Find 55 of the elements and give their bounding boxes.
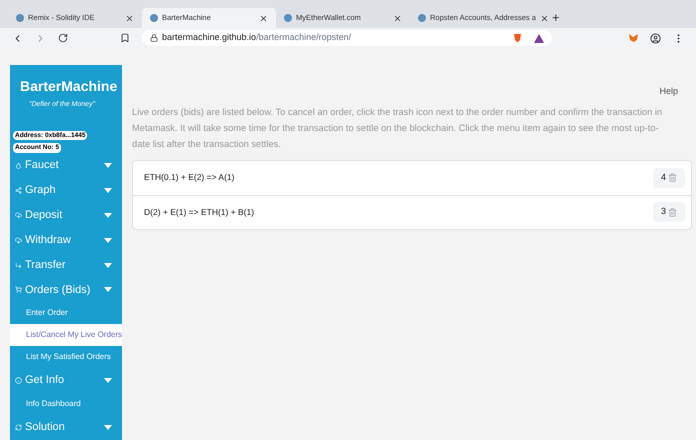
menu-section[interactable]: Get Info xyxy=(10,368,122,394)
caret-icon xyxy=(104,262,112,268)
menu-link[interactable]: List My Satisfied Orders xyxy=(10,346,122,368)
close-icon[interactable] xyxy=(540,14,549,22)
cloud-upload-icon xyxy=(15,212,22,219)
help-link[interactable]: Help xyxy=(132,85,692,98)
bookmark-icon[interactable] xyxy=(120,33,130,43)
caret-icon xyxy=(104,424,112,430)
menu-section[interactable]: Faucet xyxy=(10,153,122,178)
cloud-download-icon xyxy=(15,236,22,244)
triangle-icon xyxy=(534,34,544,42)
intro-text: Live orders (bids) are listed below. To cancel an order, click the trash icon next to the order number and confirm the transaction in Metamask. It will take some time for the transaction to settle on the blockchain. Click the menu item again to see the most up-to-date list after the transaction settles. xyxy=(132,106,664,150)
menu-section[interactable]: Graph xyxy=(10,178,122,203)
trash-icon xyxy=(668,208,678,216)
profile-icon[interactable] xyxy=(650,32,661,44)
caret-icon xyxy=(104,238,112,243)
refresh-icon xyxy=(15,424,22,431)
site-icon xyxy=(418,14,426,22)
order-cancel-button[interactable]: 3 xyxy=(653,202,686,222)
shield-icon xyxy=(513,33,522,43)
close-icon[interactable] xyxy=(393,14,402,22)
site-icon xyxy=(16,14,24,22)
trash-icon xyxy=(668,173,678,182)
menu-link[interactable]: List/Cancel My Live Orders xyxy=(10,324,122,346)
info-icon xyxy=(15,377,22,384)
caret-icon xyxy=(104,378,112,384)
menu-section[interactable]: Transfer xyxy=(10,252,122,278)
new-tab-button[interactable]: + xyxy=(544,8,568,28)
caret-icon xyxy=(104,162,112,168)
caret-icon xyxy=(104,287,112,292)
site-icon xyxy=(284,14,292,22)
app-title: BarterMachine xyxy=(20,77,118,96)
caret-icon xyxy=(104,212,112,218)
lock-icon xyxy=(150,34,158,42)
menu-section[interactable]: Deposit xyxy=(10,202,122,228)
menu-section[interactable]: Solution xyxy=(10,415,122,440)
corner-arrow-icon xyxy=(15,262,22,269)
share-icon xyxy=(15,186,22,194)
url-text: bartermachine.github.io/bartermachine/ropsten/ xyxy=(162,31,352,44)
menu-link[interactable]: Info Dashboard xyxy=(10,393,122,416)
reload-icon[interactable] xyxy=(58,33,68,43)
order-cancel-button[interactable]: 4 xyxy=(653,168,686,188)
menu-section[interactable]: Withdraw xyxy=(10,228,122,253)
order-text: ETH(0.1) + E(2) => A(1) xyxy=(144,171,234,184)
caret-icon xyxy=(104,188,112,193)
cart-icon xyxy=(15,286,22,294)
droplet-icon xyxy=(15,162,22,169)
order-text: D(2) + E(1) => ETH(1) + B(1) xyxy=(144,206,254,218)
site-icon xyxy=(150,14,158,22)
close-icon[interactable] xyxy=(259,14,268,22)
fox-icon[interactable] xyxy=(629,34,638,42)
menu-link[interactable]: Enter Order xyxy=(10,302,122,324)
menu-section[interactable]: Orders (Bids) xyxy=(10,278,122,302)
close-icon[interactable] xyxy=(125,14,134,22)
address-bar[interactable]: bartermachine.github.io/bartermachine/ropsten/ xyxy=(142,30,552,46)
